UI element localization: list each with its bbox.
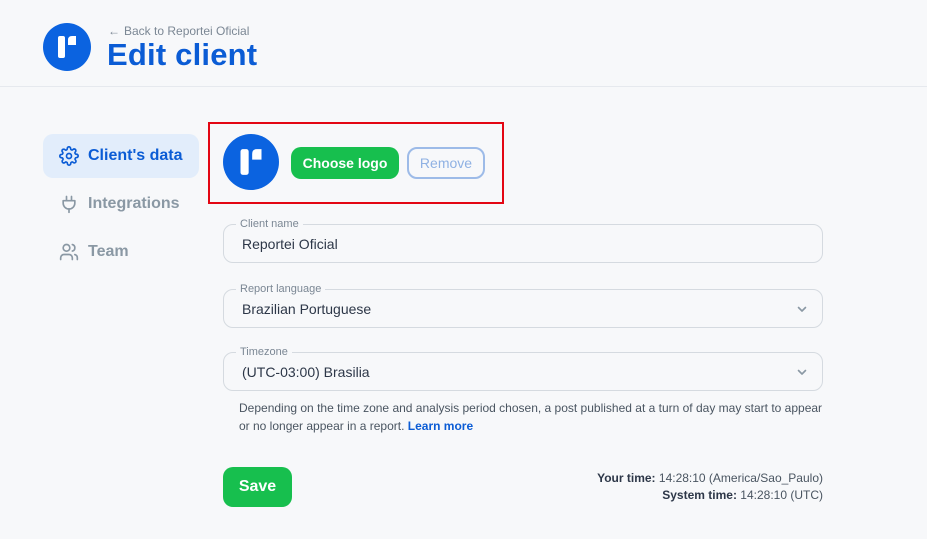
chevron-down-icon (797, 369, 807, 375)
choose-logo-button[interactable]: Choose logo (291, 147, 399, 179)
users-icon (58, 241, 80, 263)
time-info: Your time: 14:28:10 (America/Sao_Paulo) … (597, 470, 823, 504)
sidebar-item-label: Integrations (88, 195, 180, 212)
back-link[interactable]: ← Back to Reportei Oficial (108, 24, 249, 38)
reportei-logo-icon (43, 23, 91, 71)
report-language-value: Brazilian Portuguese (242, 301, 372, 317)
sidebar-item-label: Client's data (88, 147, 183, 164)
chevron-down-icon (797, 306, 807, 312)
remove-logo-button[interactable]: Remove (407, 147, 485, 179)
page-title: Edit client (107, 37, 258, 72)
sidebar: Client's data Integrations Team (43, 134, 199, 278)
timezone-hint-text: Depending on the time zone and analysis … (239, 401, 823, 433)
sidebar-item-label: Team (88, 243, 129, 260)
timezone-hint: Depending on the time zone and analysis … (239, 399, 829, 435)
learn-more-link[interactable]: Learn more (408, 419, 473, 433)
system-time-value: 14:28:10 (UTC) (740, 488, 823, 502)
timezone-select[interactable]: Timezone (UTC-03:00) Brasilia (223, 345, 823, 391)
your-time-row: Your time: 14:28:10 (America/Sao_Paulo) (597, 470, 823, 487)
sidebar-item-clients-data[interactable]: Client's data (43, 134, 199, 178)
system-time-label: System time: (662, 488, 737, 502)
client-name-field[interactable]: Client name Reportei Oficial (223, 217, 823, 263)
your-time-label: Your time: (597, 471, 656, 485)
your-time-value: 14:28:10 (America/Sao_Paulo) (658, 471, 823, 485)
system-time-row: System time: 14:28:10 (UTC) (597, 487, 823, 504)
page-header: ← Back to Reportei Oficial Edit client (0, 0, 927, 87)
timezone-value: (UTC-03:00) Brasilia (242, 364, 370, 380)
sidebar-item-integrations[interactable]: Integrations (43, 182, 199, 226)
client-name-input[interactable]: Reportei Oficial (242, 236, 338, 252)
timezone-label: Timezone (236, 345, 292, 359)
arrow-left-icon: ← (108, 24, 120, 38)
report-language-select[interactable]: Report language Brazilian Portuguese (223, 282, 823, 328)
back-link-label: Back to Reportei Oficial (124, 24, 250, 38)
report-language-label: Report language (236, 282, 326, 296)
save-button[interactable]: Save (223, 467, 292, 507)
client-name-label: Client name (236, 217, 303, 231)
gear-icon (58, 145, 80, 167)
plug-icon (58, 193, 80, 215)
client-logo-avatar (223, 134, 279, 190)
sidebar-item-team[interactable]: Team (43, 230, 199, 274)
